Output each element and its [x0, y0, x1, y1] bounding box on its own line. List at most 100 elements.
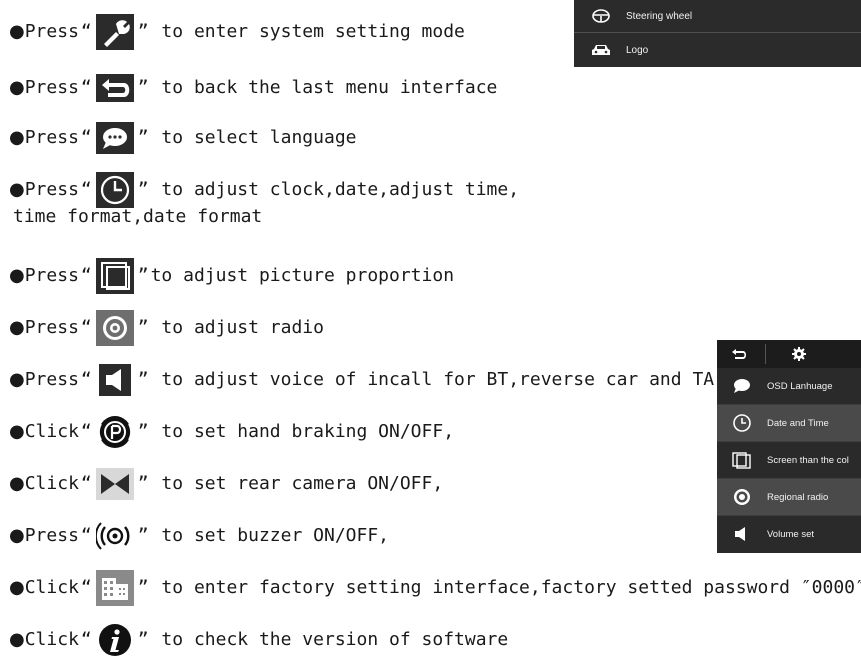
- instruction-verb: Click: [24, 577, 79, 598]
- gear-icon[interactable]: [789, 345, 809, 363]
- menu-item-date-and-time[interactable]: Date and Time: [717, 405, 861, 441]
- instruction-continuation: time format,date format: [13, 206, 263, 227]
- instruction-verb: Press: [24, 127, 79, 148]
- instruction-line: ●Press “ ” to back the last menu interface: [9, 70, 497, 106]
- close-quote: ”: [137, 179, 149, 200]
- speaker-icon: [731, 524, 753, 544]
- screen-ratio-icon: [731, 450, 753, 470]
- close-quote: ”: [137, 21, 149, 42]
- screen-ratio-icon: [95, 258, 134, 294]
- parking-brake-icon: [95, 414, 134, 450]
- radio-icon: [731, 487, 753, 507]
- instruction-line: ●Click “ ” to check the version of softwar…: [9, 622, 508, 658]
- menu-item-label: OSD Lanhuage: [767, 380, 833, 392]
- open-quote: “: [80, 265, 92, 286]
- speech-bubble-icon: [95, 120, 134, 156]
- open-quote: “: [80, 369, 92, 390]
- settings-tool-icon: [95, 14, 134, 50]
- open-quote: “: [80, 127, 92, 148]
- instruction-text: to adjust picture proportion: [150, 265, 455, 286]
- instruction-line: ●Click “ ” to enter factory setting interf…: [9, 570, 861, 606]
- close-quote: ”: [137, 369, 149, 390]
- instruction-verb: Press: [24, 317, 79, 338]
- menu-item-label: Steering wheel: [626, 10, 693, 22]
- bullet: ●: [9, 577, 25, 598]
- instruction-verb: Press: [24, 525, 79, 546]
- instruction-verb: Press: [24, 77, 79, 98]
- instruction-line: ●Press “ ” to adjust voice of incall for B…: [9, 362, 714, 398]
- settings-panel-top: Steering wheel Logo: [574, 0, 861, 67]
- close-quote: ”: [137, 265, 149, 286]
- menu-item-steering-wheel[interactable]: Steering wheel: [574, 0, 861, 32]
- instruction-verb: Click: [24, 473, 79, 494]
- instruction-text: to adjust radio: [150, 317, 324, 338]
- instruction-text: to adjust voice of incall for BT,reverse…: [150, 369, 715, 390]
- bullet: ●: [9, 21, 25, 42]
- close-quote: ”: [137, 317, 149, 338]
- menu-item-volume-set[interactable]: Volume set: [717, 516, 861, 552]
- buzzer-icon: [95, 518, 134, 554]
- bullet: ●: [9, 127, 25, 148]
- factory-building-icon: [95, 570, 134, 606]
- settings-menu-panel: OSD Lanhuage Date and Time Screen than t…: [717, 340, 861, 553]
- instruction-line: ●Press “ ” to adjust picture proportion: [9, 258, 454, 294]
- instruction-text: to check the version of software: [150, 629, 509, 650]
- bullet: ●: [9, 369, 25, 390]
- instruction-verb: Click: [24, 421, 79, 442]
- bullet: ●: [9, 77, 25, 98]
- instruction-line: ●Press “ ” to set buzzer ON/OFF,: [9, 518, 389, 554]
- speaker-icon: [96, 362, 134, 398]
- open-quote: “: [80, 525, 92, 546]
- menu-item-label: Regional radio: [767, 491, 829, 503]
- instruction-line: ●Click “ ” to set rear camera ON/OFF,: [9, 466, 443, 502]
- bullet: ●: [9, 179, 25, 200]
- close-quote: ”: [137, 473, 149, 494]
- close-quote: ”: [137, 421, 149, 442]
- instruction-verb: Press: [24, 265, 79, 286]
- close-quote: ”: [137, 77, 149, 98]
- open-quote: “: [80, 317, 92, 338]
- close-quote: ”: [137, 577, 149, 598]
- header-divider: [765, 344, 766, 364]
- instruction-text: to set buzzer ON/OFF,: [150, 525, 390, 546]
- menu-item-osd-language[interactable]: OSD Lanhuage: [717, 368, 861, 404]
- info-icon: [95, 622, 134, 658]
- open-quote: “: [80, 21, 92, 42]
- menu-header: [717, 340, 861, 368]
- menu-item-screen-ratio[interactable]: Screen than the col: [717, 442, 861, 478]
- instruction-line: ●Click “ ” to set hand braking ON/OFF,: [9, 414, 454, 450]
- steering-wheel-icon: [590, 8, 612, 24]
- open-quote: “: [80, 473, 92, 494]
- clock-icon: [95, 172, 134, 208]
- instruction-line: ●Press “ ” to enter system setting mode: [9, 14, 465, 50]
- instruction-text: to set rear camera ON/OFF,: [150, 473, 444, 494]
- open-quote: “: [80, 179, 92, 200]
- clock-icon: [731, 413, 753, 433]
- open-quote: “: [80, 629, 92, 650]
- bullet: ●: [9, 421, 25, 442]
- close-quote: ”: [137, 127, 149, 148]
- divider: [574, 32, 861, 33]
- instruction-text: to set hand braking ON/OFF,: [150, 421, 455, 442]
- instruction-line: ●Press “ ” to adjust radio: [9, 310, 324, 346]
- menu-item-regional-radio[interactable]: Regional radio: [717, 479, 861, 515]
- back-arrow-icon[interactable]: [729, 345, 749, 363]
- instruction-verb: Press: [24, 21, 79, 42]
- radio-icon: [95, 310, 134, 346]
- bullet: ●: [9, 525, 25, 546]
- instruction-line: ●Press “ ” to adjust clock,date,adjust tim…: [9, 172, 519, 208]
- instruction-text: to back the last menu interface: [150, 77, 498, 98]
- instruction-text: to enter factory setting interface,facto…: [150, 577, 861, 598]
- bullet: ●: [9, 265, 25, 286]
- open-quote: “: [80, 421, 92, 442]
- bullet: ●: [9, 317, 25, 338]
- menu-item-label: Date and Time: [767, 417, 829, 429]
- menu-item-label: Logo: [626, 44, 649, 56]
- close-quote: ”: [137, 525, 149, 546]
- instruction-verb: Click: [24, 629, 79, 650]
- back-arrow-icon: [95, 70, 134, 106]
- bullet: ●: [9, 473, 25, 494]
- instruction-text: to enter system setting mode: [150, 21, 465, 42]
- menu-item-label: Volume set: [767, 528, 814, 540]
- menu-item-logo[interactable]: Logo: [574, 34, 861, 66]
